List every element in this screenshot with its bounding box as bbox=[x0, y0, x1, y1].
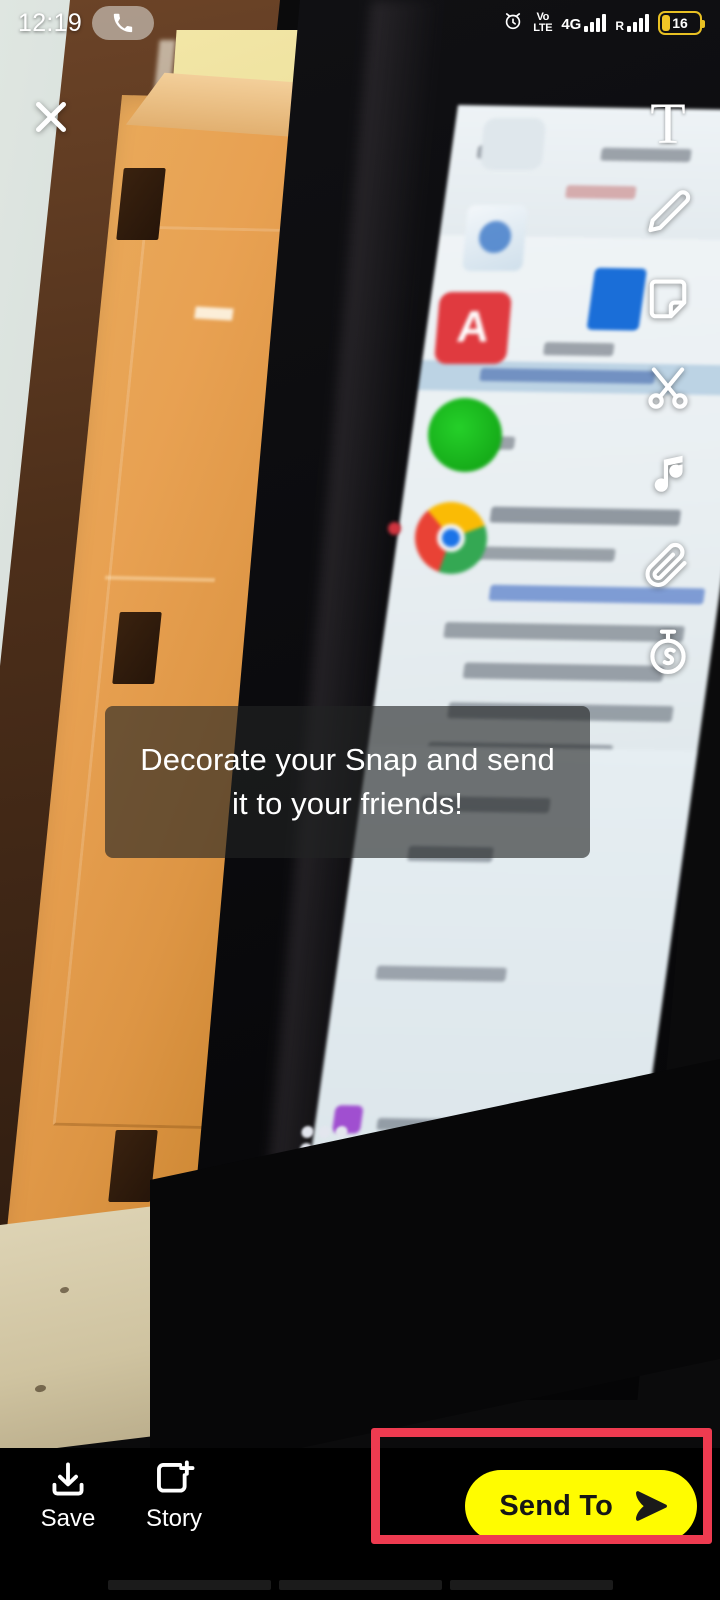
status-clock: 12:19 bbox=[18, 8, 83, 37]
download-icon bbox=[52, 1462, 84, 1496]
bottom-action-bar: Save Story Send To bbox=[0, 1448, 720, 1570]
send-to-button[interactable]: Send To bbox=[465, 1470, 697, 1542]
sticker-icon bbox=[649, 279, 687, 319]
sticker-tool-button[interactable] bbox=[632, 256, 704, 344]
story-label: Story bbox=[145, 1505, 202, 1532]
nav-back-button[interactable] bbox=[107, 1580, 271, 1590]
edit-toolbar: T bbox=[632, 80, 704, 696]
scissors-icon bbox=[648, 367, 688, 409]
photo-app-icon-chrome bbox=[415, 502, 487, 574]
network-4g-indicator: 4G bbox=[561, 14, 607, 32]
story-button[interactable]: Story bbox=[122, 1458, 226, 1532]
photo-app-icon-green bbox=[428, 398, 502, 472]
decorate-tooltip: Decorate your Snap and send it to your f… bbox=[105, 706, 590, 858]
photo-app-icon-document bbox=[462, 205, 528, 271]
phone-icon bbox=[92, 6, 155, 40]
send-arrow-icon bbox=[636, 1491, 667, 1521]
add-to-story-icon bbox=[157, 1460, 195, 1493]
send-to-label: Send To bbox=[499, 1489, 613, 1522]
photo-door-hinge bbox=[116, 168, 166, 240]
volte-indicator: Vo LTE bbox=[533, 11, 553, 34]
text-t-icon: T bbox=[650, 91, 686, 156]
snapchat-preview-screen: A 12:19 Vo LTE 4G R 16 T Decorate your S… bbox=[0, 0, 720, 1600]
photo-door-glare bbox=[194, 306, 234, 321]
stopwatch-icon bbox=[650, 629, 686, 674]
status-bar: 12:19 Vo LTE 4G R 16 bbox=[0, 0, 720, 46]
close-button[interactable] bbox=[26, 92, 76, 142]
tooltip-line-2: it to your friends! bbox=[231, 786, 464, 821]
text-tool-button[interactable]: T bbox=[632, 80, 704, 168]
photo-app-icon-red: A bbox=[433, 292, 513, 364]
save-button[interactable]: Save bbox=[16, 1458, 120, 1532]
system-navigation-bar bbox=[0, 1570, 720, 1600]
nav-recents-button[interactable] bbox=[449, 1580, 613, 1590]
photo-door-hinge bbox=[112, 612, 162, 684]
battery-icon: 16 bbox=[658, 11, 705, 35]
music-tool-button[interactable] bbox=[632, 432, 704, 520]
save-label: Save bbox=[40, 1505, 96, 1532]
draw-tool-button[interactable] bbox=[632, 168, 704, 256]
pencil-icon bbox=[648, 190, 691, 233]
nav-home-button[interactable] bbox=[278, 1580, 442, 1590]
roaming-signal-indicator: R bbox=[615, 14, 649, 32]
alarm-clock-icon bbox=[502, 10, 524, 37]
tooltip-line-1: Decorate your Snap and send bbox=[140, 742, 555, 777]
photo-app-icon bbox=[479, 118, 547, 170]
close-x-icon bbox=[36, 102, 66, 132]
cutout-tool-button[interactable] bbox=[632, 344, 704, 432]
music-note-icon bbox=[654, 455, 683, 492]
photo-app-icon-dot bbox=[388, 522, 401, 535]
timer-tool-button[interactable] bbox=[632, 608, 704, 696]
paperclip-icon bbox=[645, 542, 687, 587]
attach-tool-button[interactable] bbox=[632, 520, 704, 608]
